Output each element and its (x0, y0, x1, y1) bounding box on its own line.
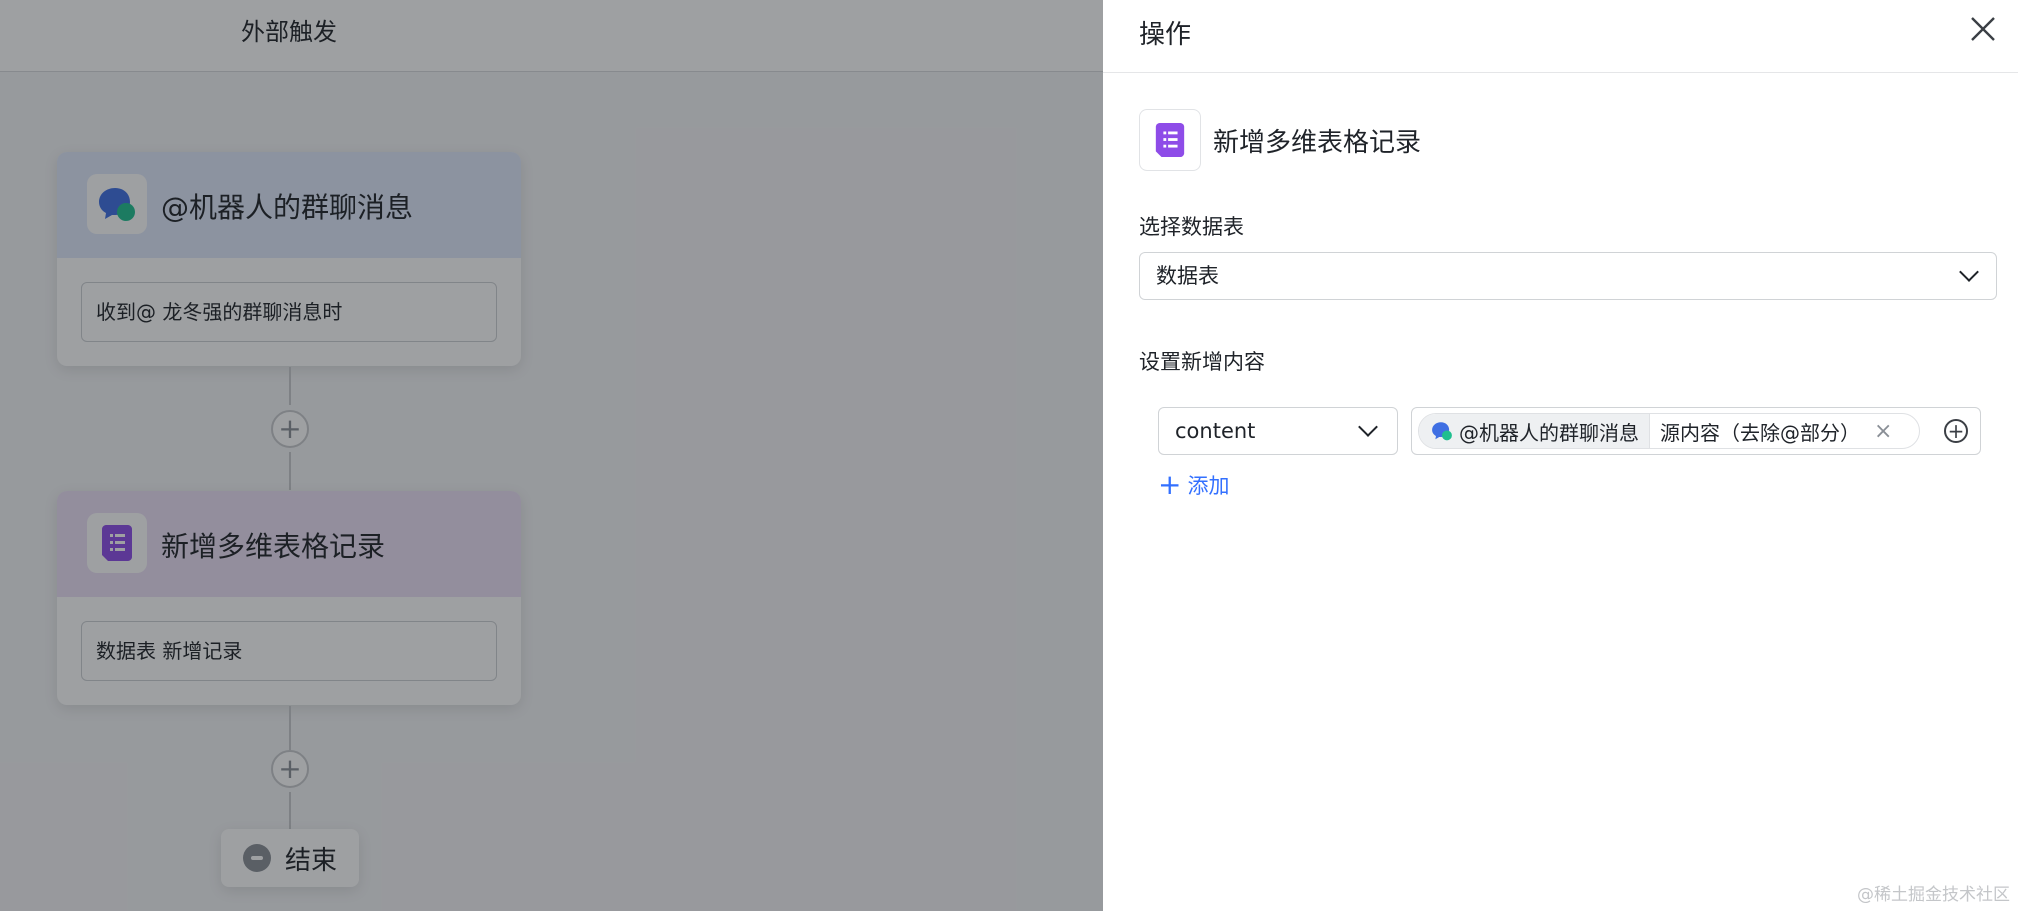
close-icon (1971, 17, 1995, 41)
remove-token-icon[interactable]: × (1874, 419, 1892, 444)
action-type-row: 新增多维表格记录 (1139, 109, 1421, 171)
plus-icon: + (1158, 468, 1182, 501)
chevron-down-icon (1959, 262, 1979, 282)
field-name-value: content (1175, 419, 1256, 443)
close-button[interactable] (1968, 14, 1998, 44)
drawer-header: 操作 (1103, 0, 2018, 73)
field-value-input[interactable]: @机器人的群聊消息 源内容（去除@部分） × + (1411, 407, 1981, 455)
variable-token[interactable]: @机器人的群聊消息 源内容（去除@部分） × (1418, 413, 1920, 449)
drawer-title: 操作 (1139, 20, 1192, 50)
token-field-label: 源内容（去除@部分） (1660, 420, 1860, 445)
add-field-button[interactable]: + 添加 (1158, 470, 1229, 500)
watermark: @稀土掘金技术社区 (1857, 885, 2010, 905)
modal-overlay[interactable] (0, 0, 1103, 911)
action-drawer: 操作 新增多维表格记录 选择数据表 数据表 设置新增内容 content @机器… (1103, 0, 2018, 911)
token-source-label: @机器人的群聊消息 (1459, 420, 1639, 445)
set-content-label: 设置新增内容 (1139, 350, 1265, 374)
base-table-icon (1139, 109, 1201, 171)
add-field-label: 添加 (1187, 474, 1230, 498)
action-name: 新增多维表格记录 (1213, 127, 1422, 158)
table-select[interactable]: 数据表 (1139, 252, 1997, 300)
field-name-select[interactable]: content (1158, 407, 1398, 455)
table-select-value: 数据表 (1156, 264, 1219, 288)
chat-bubble-icon (1432, 422, 1452, 441)
chevron-down-icon (1358, 417, 1378, 437)
token-source: @机器人的群聊消息 (1419, 414, 1650, 448)
add-variable-icon[interactable]: + (1944, 419, 1968, 443)
select-table-label: 选择数据表 (1139, 215, 1244, 239)
